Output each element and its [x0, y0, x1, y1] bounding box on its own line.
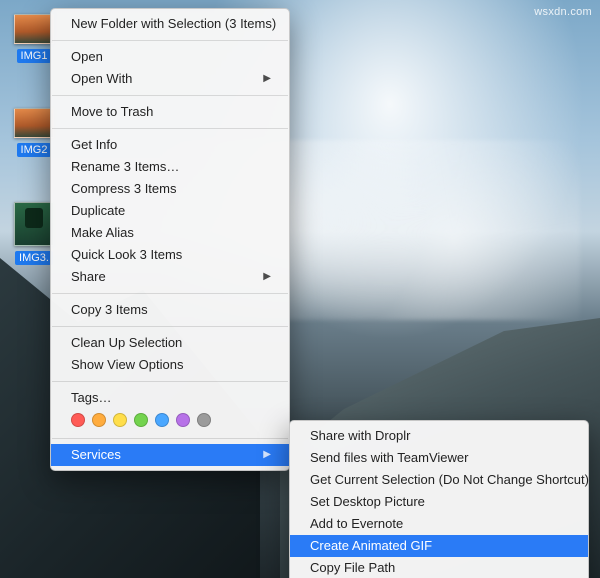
menu-clean-up[interactable]: Clean Up Selection — [51, 332, 289, 354]
chevron-right-icon: ▶ — [263, 268, 271, 286]
tag-dot-orange[interactable] — [92, 413, 106, 427]
menu-separator — [52, 128, 288, 129]
menu-label: Open With — [71, 70, 132, 88]
menu-new-folder[interactable]: New Folder with Selection (3 Items) — [51, 13, 289, 35]
tag-color-row — [51, 409, 289, 433]
menu-label: Get Current Selection (Do Not Change Sho… — [310, 471, 589, 489]
menu-separator — [52, 438, 288, 439]
menu-separator — [52, 293, 288, 294]
context-menu: New Folder with Selection (3 Items) Open… — [50, 8, 290, 471]
menu-label: Get Info — [71, 136, 117, 154]
menu-label: Share with Droplr — [310, 427, 410, 445]
menu-label: Add to Evernote — [310, 515, 403, 533]
service-set-desktop[interactable]: Set Desktop Picture — [290, 491, 588, 513]
file-label: IMG3. — [15, 251, 53, 265]
menu-separator — [52, 326, 288, 327]
service-evernote[interactable]: Add to Evernote — [290, 513, 588, 535]
service-create-gif[interactable]: Create Animated GIF — [290, 535, 588, 557]
menu-copy[interactable]: Copy 3 Items — [51, 299, 289, 321]
services-submenu: Share with Droplr Send files with TeamVi… — [289, 420, 589, 578]
menu-label: Copy 3 Items — [71, 301, 148, 319]
menu-services[interactable]: Services ▶ — [51, 444, 289, 466]
menu-separator — [52, 95, 288, 96]
file-label: IMG2 — [17, 143, 52, 157]
menu-quick-look[interactable]: Quick Look 3 Items — [51, 244, 289, 266]
menu-label: Services — [71, 446, 121, 464]
menu-tags[interactable]: Tags… — [51, 387, 289, 409]
menu-label: Clean Up Selection — [71, 334, 182, 352]
menu-move-to-trash[interactable]: Move to Trash — [51, 101, 289, 123]
desktop: wsxdn.com IMG1 IMG2 IMG3. New Folder wit… — [0, 0, 600, 578]
menu-label: Make Alias — [71, 224, 134, 242]
menu-separator — [52, 40, 288, 41]
tag-dot-gray[interactable] — [197, 413, 211, 427]
tag-dot-green[interactable] — [134, 413, 148, 427]
service-copy-path[interactable]: Copy File Path — [290, 557, 588, 578]
chevron-right-icon: ▶ — [263, 446, 271, 464]
file-label: IMG1 — [17, 49, 52, 63]
service-get-selection[interactable]: Get Current Selection (Do Not Change Sho… — [290, 469, 588, 491]
tag-dot-red[interactable] — [71, 413, 85, 427]
menu-label: Open — [71, 48, 103, 66]
menu-label: Copy File Path — [310, 559, 395, 577]
menu-label: Show View Options — [71, 356, 184, 374]
menu-separator — [52, 381, 288, 382]
menu-open[interactable]: Open — [51, 46, 289, 68]
file-thumbnail — [14, 202, 54, 246]
file-thumbnail — [14, 14, 54, 44]
menu-label: Send files with TeamViewer — [310, 449, 469, 467]
watermark-text: wsxdn.com — [534, 6, 592, 18]
file-thumbnail — [14, 108, 54, 138]
menu-label: Move to Trash — [71, 103, 153, 121]
menu-label: Quick Look 3 Items — [71, 246, 182, 264]
menu-label: Create Animated GIF — [310, 537, 432, 555]
menu-label: Share — [71, 268, 106, 286]
tag-dot-yellow[interactable] — [113, 413, 127, 427]
menu-open-with[interactable]: Open With ▶ — [51, 68, 289, 90]
chevron-right-icon: ▶ — [263, 70, 271, 88]
menu-label: Compress 3 Items — [71, 180, 176, 198]
tag-dot-purple[interactable] — [176, 413, 190, 427]
menu-label: Set Desktop Picture — [310, 493, 425, 511]
service-share-droplr[interactable]: Share with Droplr — [290, 425, 588, 447]
tag-dot-blue[interactable] — [155, 413, 169, 427]
menu-label: Rename 3 Items… — [71, 158, 179, 176]
menu-label: New Folder with Selection (3 Items) — [71, 15, 276, 33]
menu-label: Duplicate — [71, 202, 125, 220]
menu-label: Tags… — [71, 389, 111, 407]
menu-share[interactable]: Share ▶ — [51, 266, 289, 288]
menu-compress[interactable]: Compress 3 Items — [51, 178, 289, 200]
service-teamviewer[interactable]: Send files with TeamViewer — [290, 447, 588, 469]
menu-get-info[interactable]: Get Info — [51, 134, 289, 156]
menu-view-options[interactable]: Show View Options — [51, 354, 289, 376]
menu-duplicate[interactable]: Duplicate — [51, 200, 289, 222]
menu-make-alias[interactable]: Make Alias — [51, 222, 289, 244]
menu-rename[interactable]: Rename 3 Items… — [51, 156, 289, 178]
